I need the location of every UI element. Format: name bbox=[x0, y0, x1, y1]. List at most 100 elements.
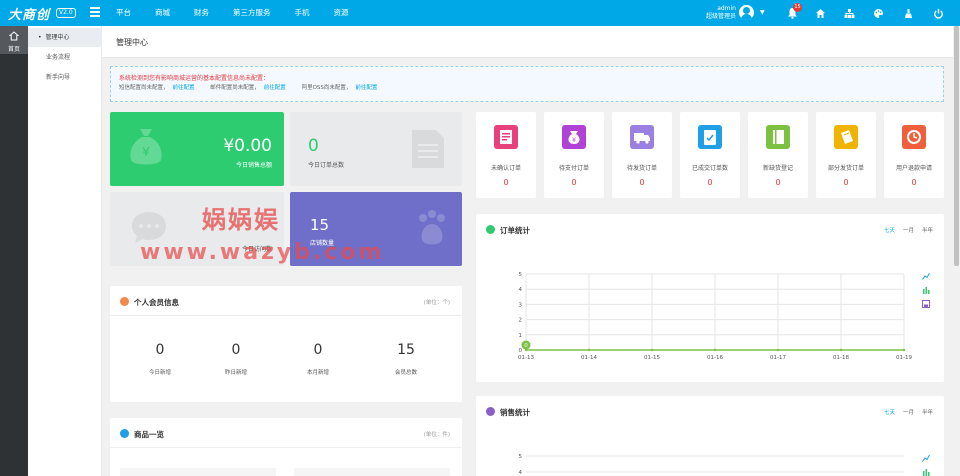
user-menu[interactable]: admin 超级管理员 ▼ bbox=[696, 3, 774, 23]
range-1month[interactable]: 一月 bbox=[903, 226, 914, 234]
order-tile-label: 未确认订单 bbox=[490, 165, 521, 172]
x-tick-label: 01-15 bbox=[644, 355, 660, 361]
line-chart-icon[interactable] bbox=[922, 454, 930, 462]
home-icon[interactable] bbox=[812, 5, 828, 21]
member-stat-value: 15 bbox=[397, 342, 415, 358]
data-point bbox=[587, 348, 591, 352]
range-halfyear[interactable]: 半年 bbox=[922, 226, 933, 234]
sales-line-chart: 45 bbox=[519, 454, 904, 476]
order-tile-value: 0 bbox=[571, 178, 577, 187]
order-tile[interactable]: ¥ 待支付订单 0 bbox=[544, 112, 604, 198]
scrollbar-thumb[interactable] bbox=[954, 26, 959, 266]
chevron-down-icon[interactable]: ▼ bbox=[760, 9, 765, 16]
topnav-resources[interactable]: 资源 bbox=[322, 0, 361, 26]
notification-count: 15 bbox=[793, 3, 802, 12]
bar-chart-icon[interactable] bbox=[922, 468, 930, 476]
data-label: 0 bbox=[524, 343, 528, 349]
order-tile[interactable]: 已成交订单数 0 bbox=[680, 112, 740, 198]
notice-item-text: 邮件配置尚未配置， bbox=[210, 85, 260, 91]
config-notice: 系统检测到您有影响商城运营的基本配置信息尚未配置： 短信配置尚未配置， 前往配置 … bbox=[110, 66, 944, 102]
stat-orders-label: 今日订单总数 bbox=[308, 162, 345, 169]
member-stat: 0 今日新增 bbox=[120, 342, 200, 376]
y-tick-label: 4 bbox=[519, 287, 523, 293]
bar-chart-icon[interactable] bbox=[922, 286, 930, 294]
stat-shops-value: 15 bbox=[310, 216, 330, 234]
avatar[interactable] bbox=[739, 5, 754, 20]
topnav-third-party[interactable]: 第三方服务 bbox=[221, 0, 283, 26]
member-info-unit: (单位：个) bbox=[423, 300, 450, 306]
topnav-mall[interactable]: 商城 bbox=[143, 0, 182, 26]
box-icon bbox=[120, 429, 129, 438]
range-1month[interactable]: 一月 bbox=[903, 408, 914, 416]
logo[interactable]: 大商创 V2.0 bbox=[8, 4, 102, 23]
member-stat-label: 本月新增 bbox=[306, 370, 329, 376]
menu-toggle-icon[interactable] bbox=[90, 7, 100, 17]
order-tile-value: 0 bbox=[775, 178, 781, 187]
goods-placeholder bbox=[294, 468, 450, 476]
sales-chart-panel: 销售统计 七天 一月 半年 45 bbox=[476, 396, 944, 476]
goods-header: 商品一览 (单位：件) bbox=[110, 418, 462, 448]
range-7days[interactable]: 七天 bbox=[884, 408, 895, 416]
order-tile[interactable]: 待发货订单 0 bbox=[612, 112, 672, 198]
scrollbar[interactable] bbox=[953, 26, 960, 476]
stat-shops[interactable]: 15 店铺数量 bbox=[290, 192, 462, 266]
stat-orders-value: 0 bbox=[308, 136, 319, 156]
notice-items: 短信配置尚未配置， 前往配置 邮件配置尚未配置， 前往配置 阿里OSS尚未配置， 前往… bbox=[119, 83, 935, 93]
palette-icon[interactable] bbox=[870, 5, 886, 21]
data-point bbox=[713, 348, 717, 352]
order-line-chart: 01234501-13 01-14 01-15 01-16 01-17 01-18 01-1… bbox=[518, 272, 912, 361]
order-tile[interactable]: 部分发货订单 0 bbox=[816, 112, 876, 198]
chart-icon bbox=[486, 225, 495, 234]
x-tick-label: 01-17 bbox=[770, 355, 786, 361]
notice-link[interactable]: 前往配置 bbox=[264, 85, 286, 91]
topnav-mobile[interactable]: 手机 bbox=[283, 0, 322, 26]
chart-icon bbox=[486, 407, 495, 416]
logo-text: 大商创 bbox=[8, 7, 51, 23]
y-tick-label: 0 bbox=[519, 348, 523, 354]
sidebar-item-admin-center[interactable]: 管理中心 bbox=[28, 28, 102, 47]
sidebar-home[interactable]: 首页 bbox=[0, 26, 28, 54]
stat-sales-label: 今日销售总额 bbox=[235, 162, 272, 169]
order-tile[interactable]: 用户退款申请 0 bbox=[884, 112, 944, 198]
clean-icon[interactable] bbox=[900, 5, 916, 21]
order-tile-value: 0 bbox=[503, 178, 509, 187]
notice-item: 邮件配置尚未配置， 前往配置 bbox=[210, 85, 286, 91]
range-halfyear[interactable]: 半年 bbox=[922, 408, 933, 416]
save-icon[interactable] bbox=[922, 300, 930, 308]
notice-link[interactable]: 前往配置 bbox=[355, 85, 377, 91]
bell-icon[interactable]: 15 bbox=[784, 3, 802, 21]
chat-bubble-icon bbox=[132, 212, 166, 243]
stat-visits[interactable]: 今日访问数 bbox=[110, 192, 284, 266]
order-tile-value: 0 bbox=[639, 178, 645, 187]
goods-title: 商品一览 bbox=[134, 430, 164, 439]
line-chart-icon[interactable] bbox=[922, 272, 930, 280]
truck-icon bbox=[630, 125, 654, 149]
sidebar-item-beginner-guide[interactable]: 新手向导 bbox=[28, 68, 102, 87]
sidebar-submenu: 管理中心 业务流程 新手向导 bbox=[28, 26, 102, 476]
user-icon bbox=[120, 297, 129, 306]
x-tick-label: 01-16 bbox=[707, 355, 723, 361]
topnav-platform[interactable]: 平台 bbox=[104, 0, 143, 26]
range-7days[interactable]: 七天 bbox=[884, 226, 895, 234]
y-tick-label: 3 bbox=[519, 302, 523, 308]
sales-chart-title: 销售统计 bbox=[500, 408, 530, 417]
svg-text:¥: ¥ bbox=[572, 137, 576, 144]
notice-link[interactable]: 前往配置 bbox=[173, 85, 195, 91]
x-tick-label: 01-14 bbox=[581, 355, 597, 361]
stat-sales[interactable]: ¥ ¥0.00 今日销售总额 bbox=[110, 112, 284, 186]
member-info-header: 个人会员信息 (单位：个) bbox=[110, 286, 462, 316]
data-point bbox=[776, 348, 780, 352]
goods-unit: (单位：件) bbox=[423, 432, 450, 438]
order-chart-panel: 订单统计 七天 一月 半年 0 1 2 3 4 5 01-13 01-14 01-15 01-16… bbox=[476, 214, 944, 382]
x-tick-label: 01-19 bbox=[896, 355, 912, 361]
power-icon[interactable] bbox=[930, 5, 946, 21]
sitemap-icon[interactable] bbox=[841, 5, 857, 21]
document-icon bbox=[494, 125, 518, 149]
svg-text:¥: ¥ bbox=[142, 145, 150, 159]
topnav-finance[interactable]: 财务 bbox=[182, 0, 221, 26]
sidebar-item-business-flow[interactable]: 业务流程 bbox=[28, 48, 102, 67]
version-badge: V2.0 bbox=[56, 8, 76, 18]
stat-orders[interactable]: 0 今日订单总数 bbox=[290, 112, 462, 186]
order-tile[interactable]: 新缺货登记 0 bbox=[748, 112, 808, 198]
order-tile[interactable]: 未确认订单 0 bbox=[476, 112, 536, 198]
